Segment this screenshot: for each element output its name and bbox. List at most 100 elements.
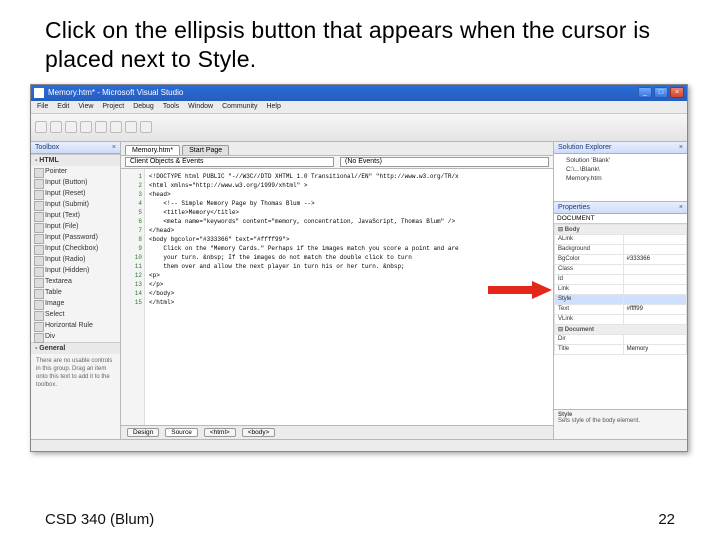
- toolbox-item[interactable]: Pointer: [31, 166, 120, 177]
- toolbox-item[interactable]: Horizontal Rule: [31, 320, 120, 331]
- property-name: Dir: [555, 334, 624, 344]
- app-icon: [34, 88, 44, 98]
- close-button[interactable]: ×: [670, 87, 684, 98]
- property-object-selector[interactable]: DOCUMENT: [554, 214, 687, 224]
- visual-studio-window: Memory.htm* - Microsoft Visual Studio _ …: [30, 84, 688, 452]
- property-category[interactable]: ⊟ Body: [555, 224, 687, 234]
- property-value[interactable]: [623, 264, 686, 274]
- footer-right: 22: [658, 511, 675, 528]
- toolbar-button[interactable]: [110, 121, 122, 133]
- menu-debug[interactable]: Debug: [133, 103, 154, 110]
- property-value[interactable]: Memory: [623, 344, 686, 354]
- status-bar: [31, 439, 687, 451]
- property-name: Style: [555, 294, 624, 304]
- element-selector-bar: Client Objects & Events (No Events): [121, 156, 553, 169]
- panel-close-icon[interactable]: ×: [679, 144, 683, 151]
- toolbox-panel: Toolbox× - HTMLPointerInput (Button)Inpu…: [31, 142, 121, 439]
- property-name: Id: [555, 274, 624, 284]
- property-grid: ⊟ BodyALinkBackgroundBgColor#333366Class…: [554, 224, 687, 355]
- code-text[interactable]: <!DOCTYPE html PUBLIC "-//W3C//DTD XHTML…: [145, 169, 463, 425]
- toolbox-empty-text: There are no usable controls in this gro…: [31, 354, 120, 392]
- property-value[interactable]: [623, 234, 686, 244]
- toolbox-item[interactable]: Div: [31, 331, 120, 342]
- menu-community[interactable]: Community: [222, 103, 257, 110]
- toolbar-button[interactable]: [80, 121, 92, 133]
- property-value[interactable]: #ffff99: [623, 304, 686, 314]
- toolbox-group[interactable]: - General: [31, 342, 120, 354]
- line-gutter: 123456789101112131415: [121, 169, 145, 425]
- menu-view[interactable]: View: [78, 103, 93, 110]
- toolbar-button[interactable]: [50, 121, 62, 133]
- toolbar: [31, 114, 687, 142]
- event-dropdown[interactable]: (No Events): [340, 157, 549, 167]
- property-value[interactable]: #333366: [623, 254, 686, 264]
- solution-explorer-panel: Solution Explorer× Solution 'Blank' C:\.…: [554, 142, 687, 202]
- toolbar-button[interactable]: [35, 121, 47, 133]
- menu-file[interactable]: File: [37, 103, 48, 110]
- tab-startpage[interactable]: Start Page: [182, 145, 229, 155]
- toolbar-button[interactable]: [125, 121, 137, 133]
- menu-project[interactable]: Project: [102, 103, 124, 110]
- property-value[interactable]: [623, 284, 686, 294]
- design-view-tab[interactable]: Design: [127, 428, 159, 437]
- toolbar-button[interactable]: [95, 121, 107, 133]
- toolbox-item[interactable]: Select: [31, 309, 120, 320]
- source-editor[interactable]: 123456789101112131415 <!DOCTYPE html PUB…: [121, 169, 553, 425]
- property-name: Background: [555, 244, 624, 254]
- property-name: VLink: [555, 314, 624, 324]
- toolbox-item[interactable]: Input (Checkbox): [31, 243, 120, 254]
- toolbar-button[interactable]: [140, 121, 152, 133]
- property-value[interactable]: [623, 294, 686, 304]
- toolbox-item[interactable]: Input (Text): [31, 210, 120, 221]
- tree-item[interactable]: Solution 'Blank': [558, 156, 683, 165]
- menu-window[interactable]: Window: [188, 103, 213, 110]
- toolbox-item[interactable]: Input (Password): [31, 232, 120, 243]
- toolbox-item[interactable]: Input (Hidden): [31, 265, 120, 276]
- tree-item[interactable]: C:\...\Blank\: [558, 165, 683, 174]
- breadcrumb-body[interactable]: <body>: [242, 428, 276, 437]
- property-category[interactable]: ⊟ Document: [555, 324, 687, 334]
- property-value[interactable]: [623, 274, 686, 284]
- toolbar-button[interactable]: [65, 121, 77, 133]
- toolbox-item[interactable]: Textarea: [31, 276, 120, 287]
- source-view-tab[interactable]: Source: [165, 428, 198, 437]
- document-tabs: Memory.htm* Start Page: [121, 142, 553, 156]
- breadcrumb-html[interactable]: <html>: [204, 428, 236, 437]
- toolbox-group[interactable]: - HTML: [31, 154, 120, 166]
- property-name: Text: [555, 304, 624, 314]
- toolbox-item[interactable]: Table: [31, 287, 120, 298]
- toolbox-item[interactable]: Image: [31, 298, 120, 309]
- menu-tools[interactable]: Tools: [163, 103, 179, 110]
- toolbox-item[interactable]: Input (Submit): [31, 199, 120, 210]
- minimize-button[interactable]: _: [638, 87, 652, 98]
- slide-instruction: Click on the ellipsis button that appear…: [45, 16, 690, 74]
- menu-help[interactable]: Help: [266, 103, 280, 110]
- right-dock: Solution Explorer× Solution 'Blank' C:\.…: [553, 142, 687, 439]
- toolbox-item[interactable]: Input (Reset): [31, 188, 120, 199]
- toolbox-item[interactable]: Input (Radio): [31, 254, 120, 265]
- window-titlebar[interactable]: Memory.htm* - Microsoft Visual Studio _ …: [31, 85, 687, 101]
- property-name: ALink: [555, 234, 624, 244]
- tab-memory[interactable]: Memory.htm*: [125, 145, 180, 155]
- editor-area: Memory.htm* Start Page Client Objects & …: [121, 142, 553, 439]
- property-value[interactable]: [623, 314, 686, 324]
- panel-close-icon[interactable]: ×: [679, 204, 683, 211]
- menu-bar: File Edit View Project Debug Tools Window Commu…: [31, 101, 687, 114]
- property-value[interactable]: [623, 244, 686, 254]
- editor-bottom-bar: Design Source <html> <body>: [121, 425, 553, 439]
- toolbox-title: Toolbox×: [31, 142, 120, 154]
- properties-panel: Properties× DOCUMENT ⊟ BodyALinkBackgrou…: [554, 202, 687, 439]
- panel-close-icon[interactable]: ×: [112, 144, 116, 151]
- tree-item[interactable]: Memory.htm: [558, 174, 683, 183]
- toolbox-item[interactable]: Input (File): [31, 221, 120, 232]
- footer-left: CSD 340 (Blum): [45, 511, 154, 528]
- menu-edit[interactable]: Edit: [57, 103, 69, 110]
- toolbox-item[interactable]: Input (Button): [31, 177, 120, 188]
- properties-title: Properties×: [554, 202, 687, 214]
- maximize-button[interactable]: □: [654, 87, 668, 98]
- object-dropdown[interactable]: Client Objects & Events: [125, 157, 334, 167]
- property-name: Title: [555, 344, 624, 354]
- property-description: Style Sets style of the body element.: [554, 409, 687, 439]
- window-title: Memory.htm* - Microsoft Visual Studio: [48, 88, 638, 97]
- property-value[interactable]: [623, 334, 686, 344]
